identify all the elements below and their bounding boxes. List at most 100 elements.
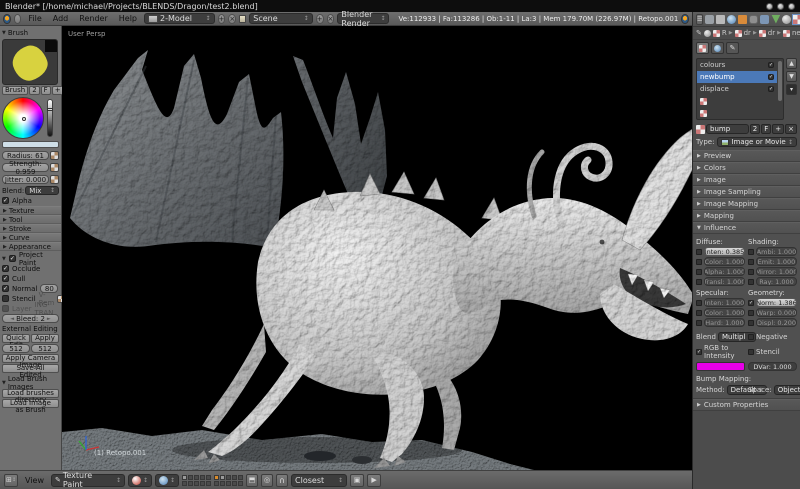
object-data-tab-icon[interactable] bbox=[771, 14, 781, 24]
shading-emit-slider[interactable]: Emit: 1.000 bbox=[756, 257, 797, 266]
brush-datablock-button[interactable]: Brush bbox=[2, 86, 29, 95]
resolution-x-field[interactable]: 512 bbox=[2, 344, 30, 353]
layer-checkbox[interactable]: ✓ bbox=[2, 305, 9, 312]
stencil-checkbox[interactable]: ✓ bbox=[748, 349, 754, 355]
remove-scene-button[interactable]: × bbox=[326, 13, 335, 24]
diffuse-color-slider[interactable]: Color: 1.000 bbox=[704, 257, 745, 266]
jitter-slider[interactable]: Jitter: 0.000 bbox=[2, 175, 49, 184]
influence-panel-header[interactable]: ▼ Influence bbox=[693, 222, 800, 234]
menu-file[interactable]: File bbox=[24, 14, 45, 23]
move-slot-up-button[interactable]: ▲ bbox=[786, 58, 797, 69]
strength-pressure-icon[interactable] bbox=[50, 163, 59, 172]
brush-fake-user-button[interactable]: F bbox=[40, 86, 51, 95]
blend-mode-dropdown[interactable]: Mix ↕ bbox=[25, 186, 59, 195]
3d-viewport[interactable]: User Persp (1) Retopo.001 bbox=[62, 26, 692, 470]
texture-users-button[interactable]: 2 bbox=[749, 124, 761, 134]
custom-properties-panel-header[interactable]: ▶ Custom Properties bbox=[693, 399, 800, 411]
list-scrollbar[interactable] bbox=[778, 61, 782, 101]
diffuse-alpha-slider[interactable]: Alpha: 1.000 bbox=[704, 267, 745, 276]
rgb-to-intensity-checkbox[interactable]: ✓ bbox=[696, 349, 702, 355]
add-scene-button[interactable]: + bbox=[315, 13, 324, 24]
texture-slot-row-empty[interactable] bbox=[697, 95, 777, 107]
texture-slot-row-selected[interactable]: newbump ✓ bbox=[697, 71, 777, 83]
unlink-texture-button[interactable]: × bbox=[785, 124, 797, 134]
dvar-slider[interactable]: DVar: 1.000 bbox=[748, 362, 797, 371]
value-slider[interactable] bbox=[47, 99, 53, 137]
pivot-point-dropdown[interactable]: ↕ bbox=[155, 473, 180, 487]
move-slot-down-button[interactable]: ▼ bbox=[786, 71, 797, 82]
object-tab-icon[interactable] bbox=[738, 14, 748, 24]
material-textures-context-button[interactable] bbox=[696, 42, 709, 54]
specular-intensity-checkbox[interactable]: ✓ bbox=[696, 299, 702, 306]
cull-checkbox[interactable]: ✓ bbox=[2, 275, 9, 282]
diffuse-translucency-slider[interactable]: Transl: 1.000 bbox=[704, 277, 745, 286]
new-texture-button[interactable]: + bbox=[772, 124, 785, 134]
shading-mirror-checkbox[interactable]: ✓ bbox=[748, 268, 754, 275]
image-mapping-panel-header[interactable]: ▶ Image Mapping bbox=[693, 198, 800, 210]
shading-ray-slider[interactable]: Ray: 1.000 bbox=[756, 277, 797, 286]
texture-slot-row[interactable]: displace ✓ bbox=[697, 83, 777, 95]
save-all-edited-button[interactable]: Save All Edited bbox=[2, 364, 59, 379]
diffuse-intensity-slider[interactable]: Inten: 0.385 bbox=[704, 247, 745, 256]
render-engine-dropdown[interactable]: Blender Render ↕ bbox=[337, 10, 390, 28]
pin-icon[interactable]: ✎ bbox=[696, 29, 702, 37]
screen-layout-dropdown[interactable]: 2-Model ↕ bbox=[144, 13, 215, 24]
brush-users-count-button[interactable]: 2 bbox=[29, 86, 40, 95]
active-color-swatch[interactable] bbox=[2, 141, 59, 148]
resolution-y-field[interactable]: 512 bbox=[31, 344, 59, 353]
world-textures-context-button[interactable] bbox=[711, 42, 724, 54]
load-brushes-directory-button[interactable]: Load brushes directory bbox=[2, 389, 59, 404]
shading-ambient-slider[interactable]: Ambi: 1.000 bbox=[756, 247, 797, 256]
layer-group-right[interactable] bbox=[214, 474, 244, 486]
specular-color-slider[interactable]: Color: 1.000 bbox=[704, 308, 745, 317]
view-menu[interactable]: View bbox=[21, 476, 48, 485]
texture-slot-row[interactable]: colours ✓ bbox=[697, 59, 777, 71]
specular-hardness-checkbox[interactable]: ✓ bbox=[696, 319, 702, 326]
color-wheel[interactable] bbox=[2, 97, 44, 139]
geometry-warp-slider[interactable]: Warp: 0.000 bbox=[756, 308, 797, 317]
colors-panel-header[interactable]: ▶ Colors bbox=[693, 162, 800, 174]
shading-mirror-slider[interactable]: Mirror: 1.000 bbox=[756, 267, 797, 276]
mapping-panel-header[interactable]: ▶ Mapping bbox=[693, 210, 800, 222]
geometry-displace-checkbox[interactable]: ✓ bbox=[748, 319, 754, 326]
texture-type-dropdown[interactable]: Image or Movie ↕ bbox=[717, 137, 797, 147]
brush-preview[interactable] bbox=[2, 39, 58, 85]
radius-pressure-icon[interactable] bbox=[50, 151, 59, 160]
texture-slot-checkbox[interactable]: ✓ bbox=[768, 86, 774, 92]
mode-dropdown[interactable]: ✎ Texture Paint ↕ bbox=[50, 471, 125, 489]
tool-panel-header[interactable]: ▶ Tool bbox=[0, 215, 61, 224]
editor-collapse-dot[interactable] bbox=[13, 13, 22, 24]
geometry-normal-checkbox[interactable]: ✓ bbox=[748, 299, 754, 306]
maximize-button[interactable] bbox=[777, 2, 784, 10]
opengl-render-still-button[interactable]: ▣ bbox=[350, 473, 365, 487]
bump-space-dropdown[interactable]: Object↕ bbox=[773, 385, 800, 395]
render-tab-icon[interactable] bbox=[705, 14, 715, 24]
jitter-pressure-icon[interactable] bbox=[50, 175, 59, 184]
layer-group-left[interactable] bbox=[182, 474, 212, 486]
modifiers-tab-icon[interactable] bbox=[760, 14, 770, 24]
brush-panel-header[interactable]: ▼ Brush bbox=[2, 28, 59, 38]
alpha-checkbox[interactable]: ✓ bbox=[2, 197, 9, 204]
load-image-as-brush-button[interactable]: Load Image as Brush bbox=[2, 399, 59, 414]
apply-button[interactable]: Apply bbox=[31, 334, 59, 343]
minimize-button[interactable] bbox=[766, 2, 773, 10]
shading-ray-checkbox[interactable]: ✓ bbox=[748, 278, 754, 285]
diffuse-alpha-checkbox[interactable]: ✓ bbox=[696, 268, 702, 275]
specular-hardness-slider[interactable]: Hard: 1.000 bbox=[704, 318, 745, 327]
geometry-normal-slider[interactable]: Norm: 1.386 bbox=[756, 298, 797, 307]
viewport-shading-dropdown[interactable]: ↕ bbox=[127, 473, 153, 487]
scene-dropdown[interactable]: Scene ↕ bbox=[249, 13, 313, 24]
diffuse-intensity-checkbox[interactable]: ✓ bbox=[696, 248, 702, 255]
shading-emit-checkbox[interactable]: ✓ bbox=[748, 258, 754, 265]
negative-checkbox[interactable]: ✓ bbox=[748, 334, 754, 340]
texture-panel-header[interactable]: ▶ Texture bbox=[0, 206, 61, 215]
quick-edit-button[interactable]: Quick Edit bbox=[2, 334, 30, 349]
lock-camera-icon[interactable]: ⬒ bbox=[246, 473, 259, 487]
scene-layers-widget[interactable] bbox=[182, 474, 244, 486]
texture-slot-checkbox[interactable]: ✓ bbox=[768, 62, 774, 68]
strength-slider[interactable]: Strength: 0.959 bbox=[2, 160, 49, 176]
geometry-displace-slider[interactable]: Displ: 0.200 bbox=[756, 318, 797, 327]
geometry-warp-checkbox[interactable]: ✓ bbox=[748, 309, 754, 316]
blender-logo-icon[interactable] bbox=[3, 13, 11, 24]
snap-magnet-icon[interactable]: ∩ bbox=[276, 473, 289, 487]
